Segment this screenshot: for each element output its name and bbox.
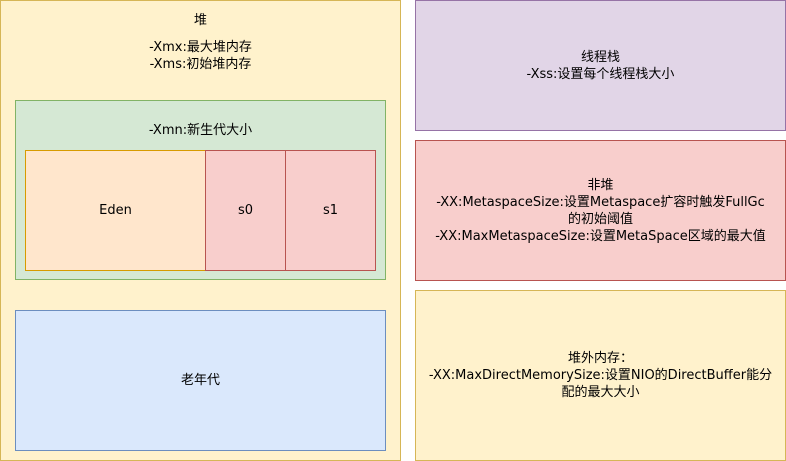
s1-label: s1 <box>322 203 339 218</box>
max-direct-memory-line2: 配的最大大小 <box>561 385 640 400</box>
survivor-s1-region: s1 <box>285 150 376 271</box>
max-direct-memory-line1: -XX:MaxDirectMemorySize:设置NIO的DirectBuff… <box>428 368 773 383</box>
eden-label: Eden <box>99 203 132 218</box>
survivor-s0-region: s0 <box>205 150 286 271</box>
young-generation-title: -Xmn:新生代大小 <box>148 123 253 138</box>
xmx-label: -Xmx:最大堆内存 <box>149 40 252 55</box>
thread-stack-region: 线程栈 -Xss:设置每个线程栈大小 <box>415 0 786 131</box>
direct-memory-title: 堆外内存： <box>567 351 633 366</box>
metaspace-size-line2: 的初始阈值 <box>567 211 633 227</box>
direct-memory-region: 堆外内存： -XX:MaxDirectMemorySize:设置NIO的Dire… <box>415 290 786 461</box>
eden-region: Eden <box>25 150 206 271</box>
xms-label: -Xms:初始堆内存 <box>149 57 252 72</box>
non-heap-region: 非堆 -XX:MetaspaceSize:设置Metaspace扩容时触发Ful… <box>415 140 786 281</box>
xss-label: -Xss:设置每个线程栈大小 <box>526 66 675 82</box>
thread-stack-title: 线程栈 <box>580 49 620 65</box>
max-metaspace-size-label: -XX:MaxMetaspaceSize:设置MetaSpace区域的最大值 <box>435 228 766 244</box>
metaspace-size-line1: -XX:MetaspaceSize:设置Metaspace扩容时触发FullGc <box>436 194 765 210</box>
heap-title: 堆 <box>193 13 207 28</box>
non-heap-title: 非堆 <box>587 177 614 193</box>
old-generation-label: 老年代 <box>180 373 220 388</box>
old-generation-region: 老年代 <box>15 310 386 451</box>
s0-label: s0 <box>237 203 254 218</box>
